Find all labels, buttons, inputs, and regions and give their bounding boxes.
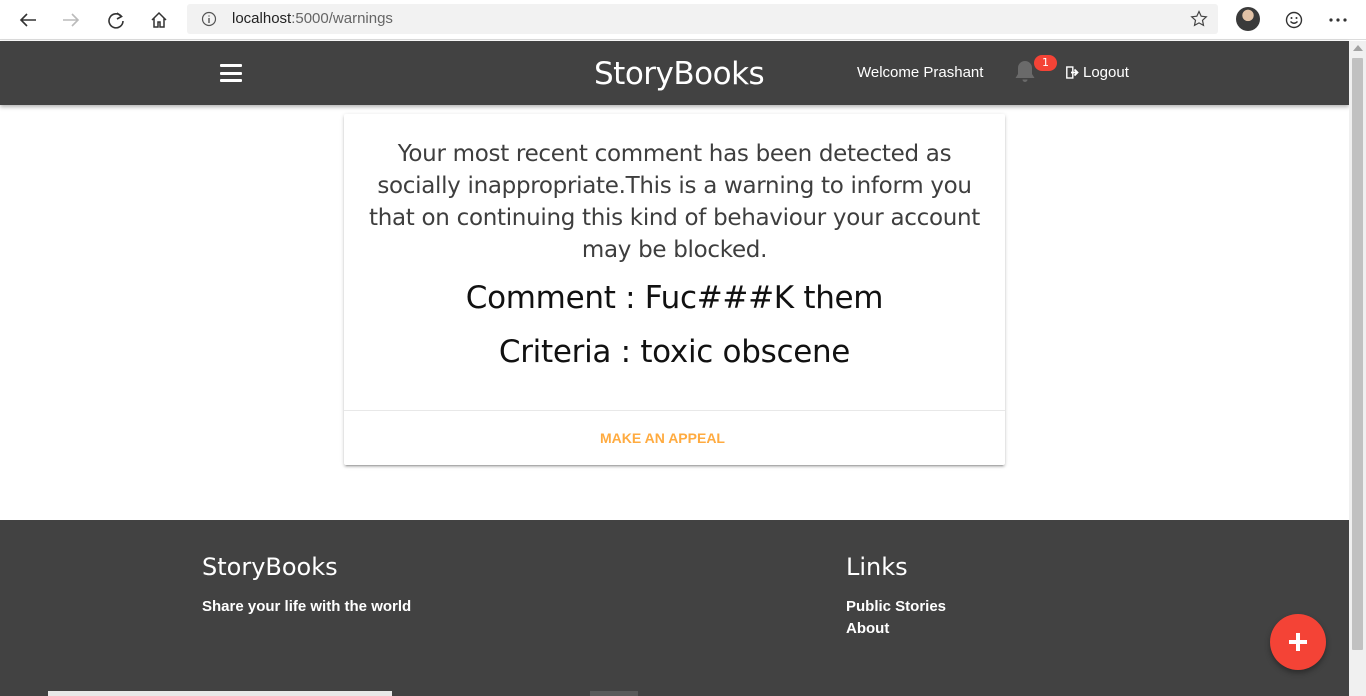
page-footer: StoryBooks Share your life with the worl… xyxy=(0,520,1349,696)
feedback-button[interactable] xyxy=(1281,7,1307,33)
arrow-right-icon xyxy=(63,13,80,27)
scrollbar-thumb[interactable] xyxy=(1352,58,1363,650)
horizontal-scroll-track xyxy=(48,691,392,696)
welcome-text: Welcome Prashant xyxy=(857,64,984,81)
arrow-left-icon xyxy=(19,13,36,27)
url-path: :5000/warnings xyxy=(291,10,393,27)
plus-icon xyxy=(1289,633,1307,651)
warning-message: Your most recent comment has been detect… xyxy=(369,141,980,263)
url-host: localhost xyxy=(232,10,292,27)
warning-card: Your most recent comment has been detect… xyxy=(344,114,1005,465)
card-divider xyxy=(344,410,1005,411)
criteria-text: Criteria : toxic obscene xyxy=(498,334,851,370)
forward-button[interactable] xyxy=(58,7,84,33)
scroll-up-arrow-icon[interactable] xyxy=(1353,45,1363,51)
footer-tagline: Share your life with the world xyxy=(202,598,412,615)
home-button[interactable] xyxy=(146,7,172,33)
url-text[interactable]: localhost:5000/warnings xyxy=(232,10,393,27)
app-navbar: StoryBooks Welcome Prashant 1 Logout xyxy=(0,41,1349,105)
hamburger-icon[interactable] xyxy=(220,64,242,82)
refresh-button[interactable] xyxy=(103,7,129,33)
more-button[interactable] xyxy=(1325,7,1351,33)
brand-logo[interactable]: StoryBooks xyxy=(594,56,765,92)
profile-avatar[interactable] xyxy=(1236,7,1260,31)
smiley-icon xyxy=(1285,11,1303,29)
footer-brand-title: StoryBooks xyxy=(202,553,338,581)
footer-links-title: Links xyxy=(846,553,908,581)
notification-badge[interactable]: 1 xyxy=(1034,55,1057,71)
star-icon[interactable] xyxy=(1190,10,1208,28)
home-icon xyxy=(151,11,167,28)
logout-icon xyxy=(1066,66,1079,79)
browser-toolbar: localhost:5000/warnings xyxy=(0,0,1366,40)
footer-link-about[interactable]: About xyxy=(846,620,889,637)
info-icon[interactable] xyxy=(201,11,217,27)
refresh-icon xyxy=(108,12,124,29)
address-bar[interactable]: localhost:5000/warnings xyxy=(187,4,1218,34)
make-appeal-button[interactable]: MAKE AN APPEAL xyxy=(344,430,981,446)
add-story-button[interactable] xyxy=(1270,614,1326,670)
footer-link-public-stories[interactable]: Public Stories xyxy=(846,598,946,615)
logout-link[interactable]: Logout xyxy=(1066,64,1129,81)
taskbar-indicator xyxy=(590,691,638,696)
comment-text: Comment : Fuc###K them xyxy=(465,280,884,316)
back-button[interactable] xyxy=(15,7,41,33)
more-dots-icon xyxy=(1329,18,1347,22)
logout-label: Logout xyxy=(1083,64,1129,81)
